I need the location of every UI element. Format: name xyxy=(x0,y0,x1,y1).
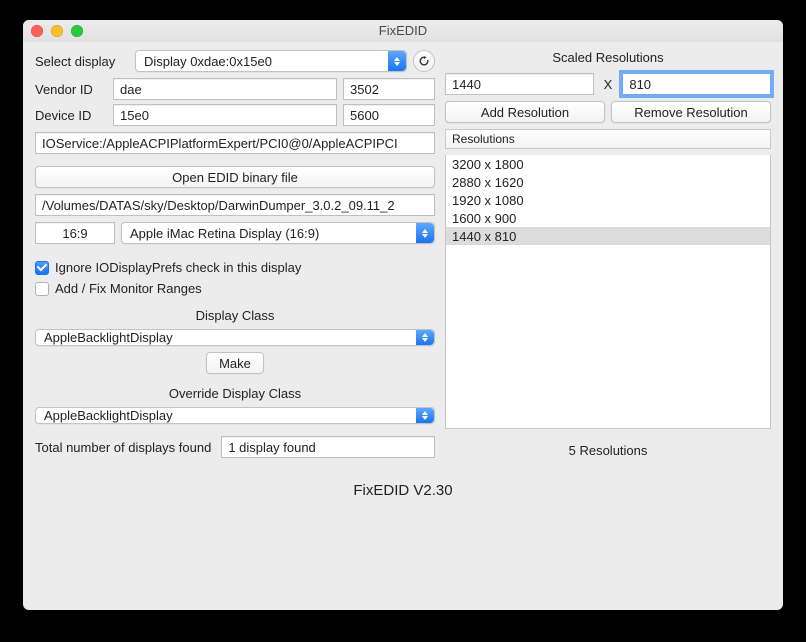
open-edid-button[interactable]: Open EDID binary file xyxy=(35,166,435,188)
res-width-field[interactable]: 1440 xyxy=(445,73,594,95)
left-panel: Select display Display 0xdae:0x15e0 Vend… xyxy=(35,50,435,458)
list-item[interactable]: 1440 x 810 xyxy=(446,227,770,245)
display-class-popup[interactable]: AppleBacklightDisplay xyxy=(35,329,435,346)
total-displays-field: 1 display found xyxy=(221,436,435,458)
display-class-title: Display Class xyxy=(35,308,435,323)
make-button[interactable]: Make xyxy=(206,352,264,374)
select-display-popup[interactable]: Display 0xdae:0x15e0 xyxy=(135,50,407,72)
ignore-prefs-checkbox-row[interactable]: Ignore IODisplayPrefs check in this disp… xyxy=(35,260,435,275)
aspect-ratio-field[interactable]: 16:9 xyxy=(35,222,115,244)
resolutions-list[interactable]: 3200 x 1800 2880 x 1620 1920 x 1080 1600… xyxy=(445,155,771,429)
refresh-button[interactable] xyxy=(413,50,435,72)
list-item[interactable]: 1600 x 900 xyxy=(446,209,770,227)
select-display-value: Display 0xdae:0x15e0 xyxy=(144,54,272,69)
list-item[interactable]: 1920 x 1080 xyxy=(446,191,770,209)
refresh-icon xyxy=(418,55,430,67)
total-displays-label: Total number of displays found xyxy=(35,440,211,455)
resolutions-header: Resolutions xyxy=(445,129,771,149)
vendor-id-label: Vendor ID xyxy=(35,82,107,97)
ignore-prefs-checkbox[interactable] xyxy=(35,261,49,275)
content-area: Select display Display 0xdae:0x15e0 Vend… xyxy=(23,42,783,468)
device-id-label: Device ID xyxy=(35,108,107,123)
resolutions-count: 5 Resolutions xyxy=(445,443,771,458)
vendor-id-dec-field[interactable]: 3502 xyxy=(343,78,435,100)
device-id-dec-field[interactable]: 5600 xyxy=(343,104,435,126)
x-separator: X xyxy=(600,77,617,92)
override-class-title: Override Display Class xyxy=(35,386,435,401)
popup-arrows-icon xyxy=(388,51,406,71)
edid-path-field[interactable]: /Volumes/DATAS/sky/Desktop/DarwinDumper_… xyxy=(35,194,435,216)
device-id-hex-field[interactable]: 15e0 xyxy=(113,104,337,126)
add-resolution-button[interactable]: Add Resolution xyxy=(445,101,605,123)
popup-arrows-icon xyxy=(416,330,434,345)
add-fix-ranges-checkbox-row[interactable]: Add / Fix Monitor Ranges xyxy=(35,281,435,296)
app-version: FixEDID V2.30 xyxy=(23,468,783,503)
list-item[interactable]: 2880 x 1620 xyxy=(446,173,770,191)
add-fix-ranges-label: Add / Fix Monitor Ranges xyxy=(55,281,202,296)
popup-arrows-icon xyxy=(416,223,434,243)
popup-arrows-icon xyxy=(416,408,434,423)
display-model-popup[interactable]: Apple iMac Retina Display (16:9) xyxy=(121,222,435,244)
window-title: FixEDID xyxy=(23,23,783,38)
res-height-field[interactable]: 810 xyxy=(622,73,771,95)
scaled-resolutions-title: Scaled Resolutions xyxy=(445,50,771,65)
remove-resolution-button[interactable]: Remove Resolution xyxy=(611,101,771,123)
vendor-id-hex-field[interactable]: dae xyxy=(113,78,337,100)
ignore-prefs-label: Ignore IODisplayPrefs check in this disp… xyxy=(55,260,301,275)
select-display-label: Select display xyxy=(35,54,129,69)
override-class-popup[interactable]: AppleBacklightDisplay xyxy=(35,407,435,424)
add-fix-ranges-checkbox[interactable] xyxy=(35,282,49,296)
right-panel: Scaled Resolutions 1440 X 810 Add Resolu… xyxy=(445,50,771,458)
list-item[interactable]: 3200 x 1800 xyxy=(446,155,770,173)
app-window: FixEDID Select display Display 0xdae:0x1… xyxy=(23,20,783,610)
titlebar: FixEDID xyxy=(23,20,783,42)
ioservice-field[interactable]: IOService:/AppleACPIPlatformExpert/PCI0@… xyxy=(35,132,435,154)
